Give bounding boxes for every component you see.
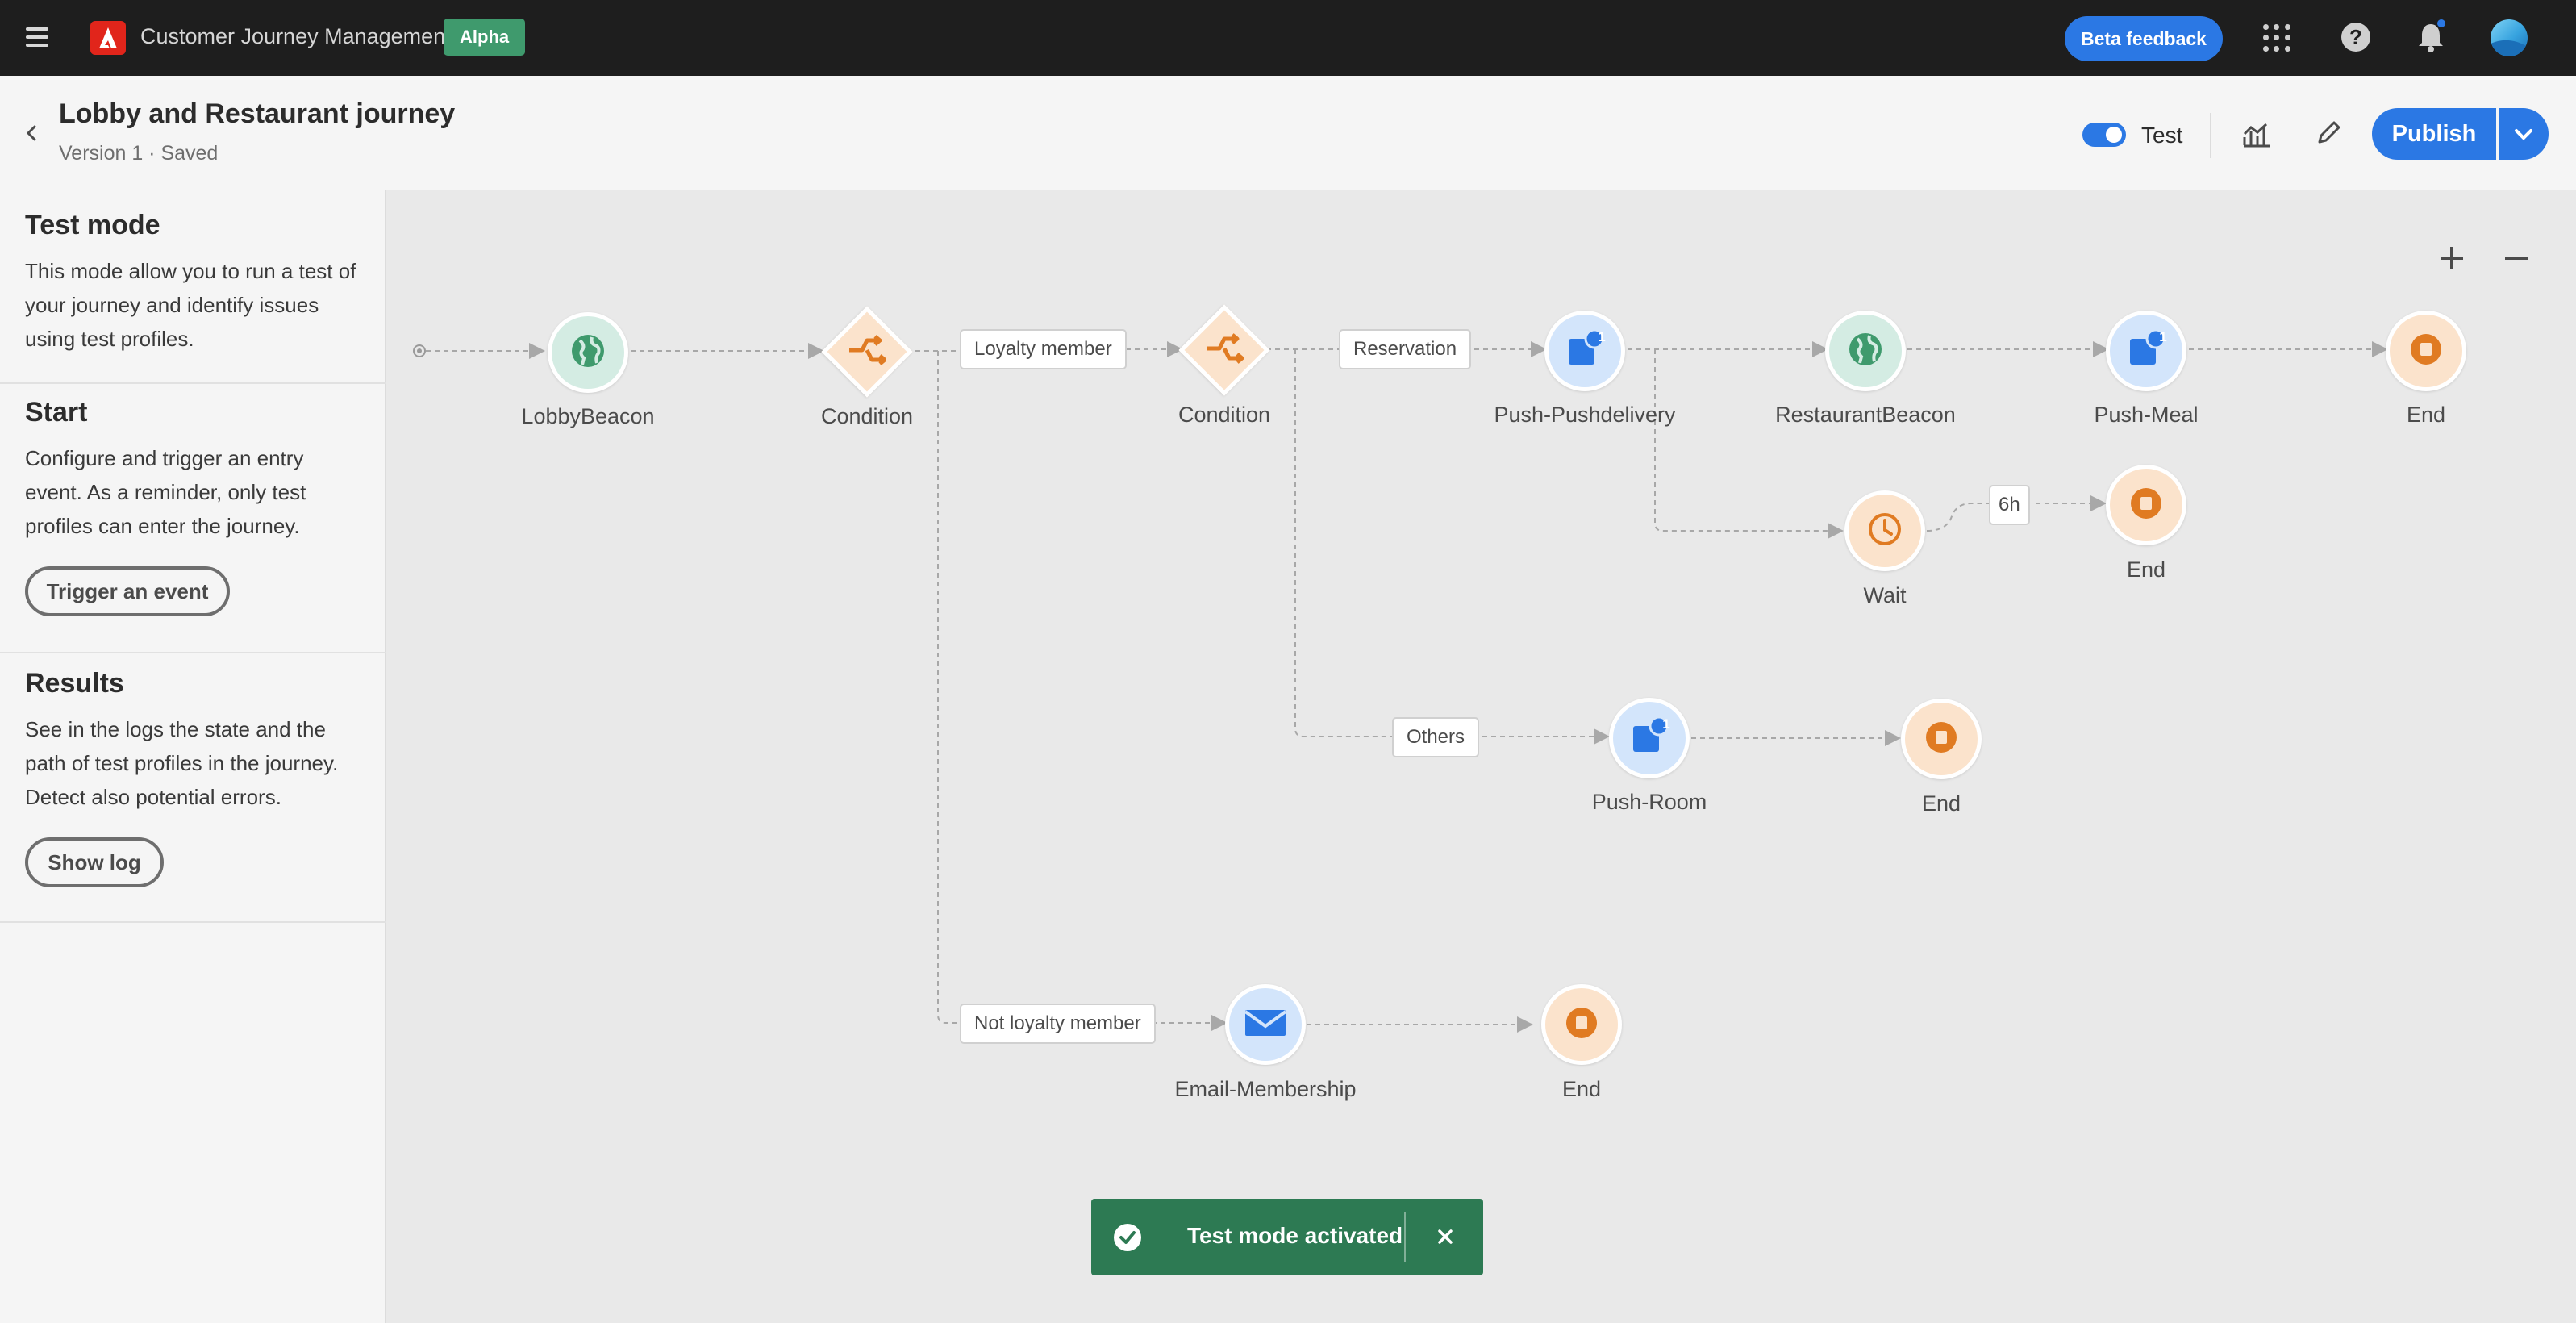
toast-notification: Test mode activated — [1091, 1199, 1483, 1275]
stop-icon — [2128, 485, 2165, 526]
test-mode-panel: Test mode This mode allow you to run a t… — [0, 190, 386, 1323]
end-label-1: End — [2406, 403, 2446, 427]
adobe-logo — [90, 21, 126, 55]
zoom-out-icon[interactable] — [2500, 242, 2532, 274]
condition-label-2: Condition — [1178, 403, 1271, 427]
end-node-3[interactable] — [1901, 699, 1982, 779]
test-mode-section: Test mode This mode allow you to run a t… — [0, 190, 386, 384]
lobby-beacon-label: LobbyBeacon — [521, 404, 655, 428]
lobby-beacon-node[interactable] — [548, 312, 628, 393]
page-title: Lobby and Restaurant journey — [59, 98, 456, 129]
zoom-in-icon[interactable] — [2436, 242, 2468, 274]
publish-dropdown-chevron-icon[interactable] — [2499, 108, 2549, 160]
analytics-icon[interactable] — [2242, 121, 2271, 148]
push-count-badge: 1 — [1598, 329, 1606, 344]
test-mode-toggle[interactable] — [2082, 123, 2126, 147]
email-membership-node[interactable] — [1225, 984, 1306, 1065]
push-count-badge: 1 — [1662, 716, 1670, 732]
email-membership-label: Email-Membership — [1174, 1077, 1357, 1101]
stop-icon — [1563, 1004, 1600, 1045]
wait-duration-label[interactable]: 6h — [1989, 485, 2030, 525]
restaurant-beacon-node[interactable] — [1825, 311, 1906, 391]
restaurant-beacon-label: RestaurantBeacon — [1775, 403, 1956, 427]
show-log-button[interactable]: Show log — [25, 837, 164, 887]
toast-divider — [1404, 1212, 1406, 1262]
others-label[interactable]: Others — [1392, 717, 1480, 757]
start-section: Start Configure and trigger an entry eve… — [0, 384, 386, 653]
checkmark-icon — [1114, 1224, 1141, 1251]
results-description: See in the logs the state and the path o… — [25, 717, 339, 809]
globe-icon — [569, 332, 606, 374]
edit-pencil-icon[interactable] — [2313, 118, 2344, 148]
clock-icon — [1866, 511, 1903, 552]
push-count-badge: 1 — [2159, 329, 2167, 344]
end-node-2[interactable] — [2106, 465, 2186, 545]
push-room-node[interactable]: 1 — [1609, 698, 1690, 778]
push-room-label: Push-Room — [1591, 790, 1707, 814]
reservation-label[interactable]: Reservation — [1339, 329, 1472, 369]
end-label-2: End — [2126, 557, 2166, 582]
alpha-badge: Alpha — [444, 19, 526, 56]
end-node-1[interactable] — [2386, 311, 2466, 391]
envelope-icon — [1244, 1007, 1287, 1043]
trigger-event-button[interactable]: Trigger an event — [25, 566, 230, 616]
toast-message: Test mode activated — [1187, 1223, 1403, 1248]
globe-icon — [1847, 331, 1884, 372]
publish-button[interactable]: Publish — [2372, 108, 2496, 160]
wait-label: Wait — [1863, 583, 1907, 607]
test-toggle-label: Test — [2141, 123, 2183, 148]
journey-header: Lobby and Restaurant journey Version 1 ·… — [0, 76, 2576, 190]
stop-icon — [1923, 719, 1960, 760]
end-label-3: End — [1921, 791, 1961, 816]
stop-icon — [2407, 331, 2445, 372]
notification-dot — [2436, 18, 2447, 29]
test-mode-description: This mode allow you to run a test of you… — [25, 259, 356, 351]
not-loyalty-member-label[interactable]: Not loyalty member — [960, 1004, 1156, 1044]
avatar[interactable] — [2491, 19, 2528, 56]
menu-icon[interactable] — [26, 27, 48, 47]
push-meal-label: Push-Meal — [2094, 403, 2199, 427]
wait-node[interactable] — [1844, 490, 1925, 571]
help-icon[interactable]: ? — [2341, 23, 2370, 52]
close-icon[interactable] — [1430, 1221, 1461, 1252]
loyalty-member-label[interactable]: Loyalty member — [960, 329, 1127, 369]
version-status: Version 1 · Saved — [59, 142, 219, 165]
push-meal-node[interactable]: 1 — [2106, 311, 2186, 391]
condition-split-icon — [848, 334, 887, 370]
condition-label-1: Condition — [820, 404, 914, 428]
header-divider — [2210, 113, 2211, 158]
start-description: Configure and trigger an entry event. As… — [25, 446, 306, 538]
journey-start-point — [413, 344, 426, 357]
top-bar: Customer Journey Management Alpha Beta f… — [0, 0, 2576, 76]
results-heading: Results — [25, 668, 124, 699]
start-heading: Start — [25, 397, 88, 428]
test-mode-heading: Test mode — [25, 210, 160, 240]
app-title[interactable]: Customer Journey Management — [140, 24, 452, 49]
condition-split-icon — [1205, 332, 1244, 369]
back-chevron-icon[interactable] — [19, 121, 44, 145]
push-pushdelivery-label: Push-Pushdelivery — [1494, 403, 1676, 427]
push-pushdelivery-node[interactable]: 1 — [1544, 311, 1625, 391]
end-label-4: End — [1561, 1077, 1602, 1101]
beta-feedback-button[interactable]: Beta feedback — [2065, 16, 2223, 61]
end-node-4[interactable] — [1541, 984, 1622, 1065]
apps-grid-icon[interactable] — [2263, 24, 2290, 52]
results-section: Results See in the logs the state and th… — [0, 653, 386, 923]
journey-canvas[interactable] — [386, 190, 2576, 1323]
